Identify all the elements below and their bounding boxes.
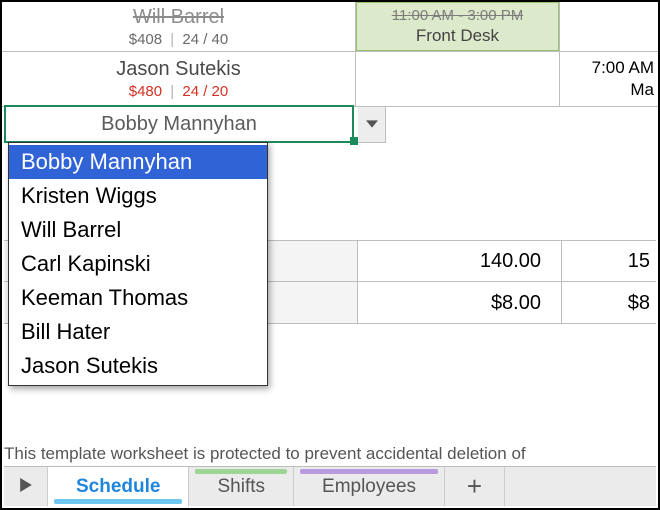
chevron-down-icon — [366, 114, 378, 135]
dropdown-item-label: Bobby Mannyhan — [21, 149, 192, 174]
empty-cell[interactable] — [356, 52, 560, 106]
fill-handle[interactable] — [350, 137, 358, 145]
value-text: $8 — [628, 290, 650, 316]
tab-accent — [300, 469, 438, 474]
value-text: 15 — [628, 248, 650, 274]
employee-cell[interactable]: Will Barrel $408 | 24 / 40 — [2, 2, 356, 51]
autocomplete-dropdown: Bobby Mannyhan Kristen Wiggs Will Barrel… — [8, 142, 268, 386]
employee-cost: $480 — [129, 83, 162, 100]
dropdown-toggle-button[interactable] — [358, 106, 386, 143]
empty-cell[interactable] — [560, 2, 658, 51]
totals-value-cell[interactable]: $8.00 — [358, 282, 562, 323]
employee-cell[interactable]: Jason Sutekis $480 | 24 / 20 — [2, 52, 356, 106]
tab-employees[interactable]: Employees — [294, 467, 445, 506]
employee-subline: $408 | 24 / 40 — [129, 30, 229, 50]
dropdown-item[interactable]: Kristen Wiggs — [9, 179, 267, 213]
tab-label: Schedule — [76, 476, 160, 498]
plus-icon: + — [467, 471, 482, 502]
shift-cell[interactable]: 11:00 AM - 3:00 PM Front Desk — [356, 2, 560, 51]
separator: | — [170, 31, 174, 48]
totals-value-cell[interactable]: 140.00 — [358, 241, 562, 281]
tab-shifts[interactable]: Shifts — [189, 467, 294, 506]
employee-subline: $480 | 24 / 20 — [129, 82, 229, 102]
employee-cost: $408 — [129, 31, 162, 48]
separator: | — [170, 83, 174, 100]
employee-row: Will Barrel $408 | 24 / 40 11:00 AM - 3:… — [2, 2, 658, 52]
dropdown-item[interactable]: Will Barrel — [9, 213, 267, 247]
shift-sub-partial: Ma — [630, 79, 654, 101]
dropdown-item-label: Will Barrel — [21, 217, 121, 242]
dropdown-item[interactable]: Jason Sutekis — [9, 349, 267, 383]
triangle-right-icon — [20, 476, 32, 497]
totals-value-cell[interactable]: $8 — [562, 282, 656, 323]
active-cell-input[interactable]: Bobby Mannyhan — [4, 105, 354, 143]
shift-time: 11:00 AM - 3:00 PM — [392, 6, 523, 26]
shift-cell-partial[interactable]: 7:00 AM Ma — [560, 52, 658, 106]
dropdown-item-label: Carl Kapinski — [21, 251, 151, 276]
spreadsheet-viewport: Will Barrel $408 | 24 / 40 11:00 AM - 3:… — [0, 0, 660, 510]
employee-ratio: 24 / 20 — [182, 83, 228, 100]
dropdown-item-label: Bill Hater — [21, 319, 110, 344]
employee-row: Jason Sutekis $480 | 24 / 20 7:00 AM Ma — [2, 52, 658, 107]
employee-name: Jason Sutekis — [116, 56, 241, 82]
shift-pill: 11:00 AM - 3:00 PM Front Desk — [356, 2, 559, 51]
tab-accent — [54, 499, 182, 504]
tab-accent — [195, 469, 287, 474]
editing-row: Bobby Mannyhan — [2, 107, 658, 145]
shift-time-partial: 7:00 AM — [592, 57, 654, 79]
add-sheet-button[interactable]: + — [445, 467, 505, 506]
dropdown-item-label: Keeman Thomas — [21, 285, 188, 310]
value-text: $8.00 — [491, 290, 541, 316]
dropdown-item[interactable]: Carl Kapinski — [9, 247, 267, 281]
dropdown-item[interactable]: Keeman Thomas — [9, 281, 267, 315]
dropdown-item-label: Jason Sutekis — [21, 353, 158, 378]
shift-label: Front Desk — [416, 25, 499, 47]
protection-message: This template worksheet is protected to … — [4, 444, 526, 464]
dropdown-item[interactable]: Bill Hater — [9, 315, 267, 349]
totals-value-cell[interactable]: 15 — [562, 241, 656, 281]
dropdown-item[interactable]: Bobby Mannyhan — [9, 145, 267, 179]
dropdown-item-label: Kristen Wiggs — [21, 183, 157, 208]
value-text: 140.00 — [480, 248, 541, 274]
tab-scroll-button[interactable] — [4, 467, 48, 506]
employee-ratio: 24 / 40 — [182, 31, 228, 48]
tab-label: Employees — [322, 476, 416, 498]
active-cell-value: Bobby Mannyhan — [101, 113, 257, 136]
tab-schedule[interactable]: Schedule — [48, 467, 189, 506]
employee-name: Will Barrel — [133, 4, 224, 30]
tab-label: Shifts — [217, 476, 265, 498]
worksheet-tab-bar: Schedule Shifts Employees + — [4, 466, 656, 506]
